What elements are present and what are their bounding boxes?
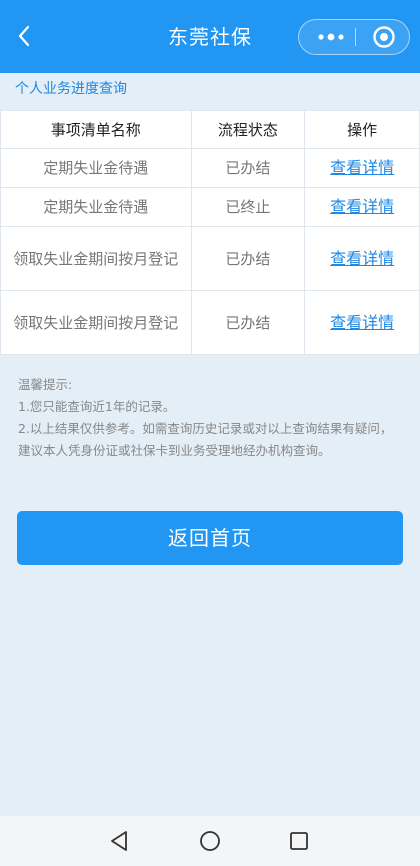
item-action-cell: 查看详情: [304, 226, 420, 291]
table-row: 领取失业金期间按月登记 已办结 查看详情: [0, 290, 420, 355]
item-action-cell: 查看详情: [304, 187, 420, 227]
tips-heading: 温馨提示:: [18, 377, 73, 392]
progress-table: 事项清单名称 流程状态 操作 定期失业金待遇 已办结 查看详情 定期失业金待遇 …: [0, 110, 420, 355]
column-header-action: 操作: [304, 110, 420, 149]
table-row: 定期失业金待遇 已终止 查看详情: [0, 187, 420, 227]
table-row: 领取失业金期间按月登记 已办结 查看详情: [0, 226, 420, 291]
capsule-divider: [355, 28, 356, 46]
view-details-link[interactable]: 查看详情: [330, 197, 394, 216]
item-name: 定期失业金待遇: [0, 148, 192, 188]
close-miniprogram-button[interactable]: [367, 24, 401, 50]
item-status: 已终止: [190, 187, 306, 227]
item-name: 定期失业金待遇: [0, 187, 192, 227]
item-name: 领取失业金期间按月登记: [0, 226, 192, 291]
view-details-link[interactable]: 查看详情: [330, 249, 394, 268]
triangle-back-icon: [111, 831, 127, 851]
miniprogram-capsule: [298, 19, 410, 55]
column-header-name: 事项清单名称: [0, 110, 192, 149]
nav-recent-button[interactable]: [286, 828, 312, 854]
column-header-status: 流程状态: [190, 110, 306, 149]
view-details-link[interactable]: 查看详情: [330, 158, 394, 177]
item-status: 已办结: [190, 148, 306, 188]
table-row: 定期失业金待遇 已办结 查看详情: [0, 148, 420, 188]
square-recent-icon: [290, 832, 308, 850]
more-dots-icon: [318, 33, 344, 41]
tips-box: 温馨提示: 1.您只能查询近1年的记录。 2.以上结果仅供参考。如需查询历史记录…: [18, 374, 398, 462]
tips-line-2: 2.以上结果仅供参考。如需查询历史记录或对以上查询结果有疑问，建议本人凭身份证或…: [18, 421, 393, 458]
section-title: 个人业务进度查询: [15, 81, 127, 97]
item-name: 领取失业金期间按月登记: [0, 290, 192, 355]
item-status: 已办结: [190, 290, 306, 355]
item-action-cell: 查看详情: [304, 290, 420, 355]
view-details-link[interactable]: 查看详情: [330, 313, 394, 332]
item-action-cell: 查看详情: [304, 148, 420, 188]
more-button[interactable]: [309, 20, 353, 54]
nav-home-button[interactable]: [197, 828, 223, 854]
system-nav-bar: [0, 816, 420, 866]
tips-line-1: 1.您只能查询近1年的记录。: [18, 399, 176, 414]
nav-back-button[interactable]: [106, 828, 132, 854]
circle-home-icon: [200, 831, 220, 851]
item-status: 已办结: [190, 226, 306, 291]
app-header: 东莞社保: [0, 0, 420, 73]
return-home-button[interactable]: 返回首页: [17, 511, 403, 565]
target-circle-icon: [373, 26, 395, 48]
table-header-row: 事项清单名称 流程状态 操作: [0, 110, 420, 149]
